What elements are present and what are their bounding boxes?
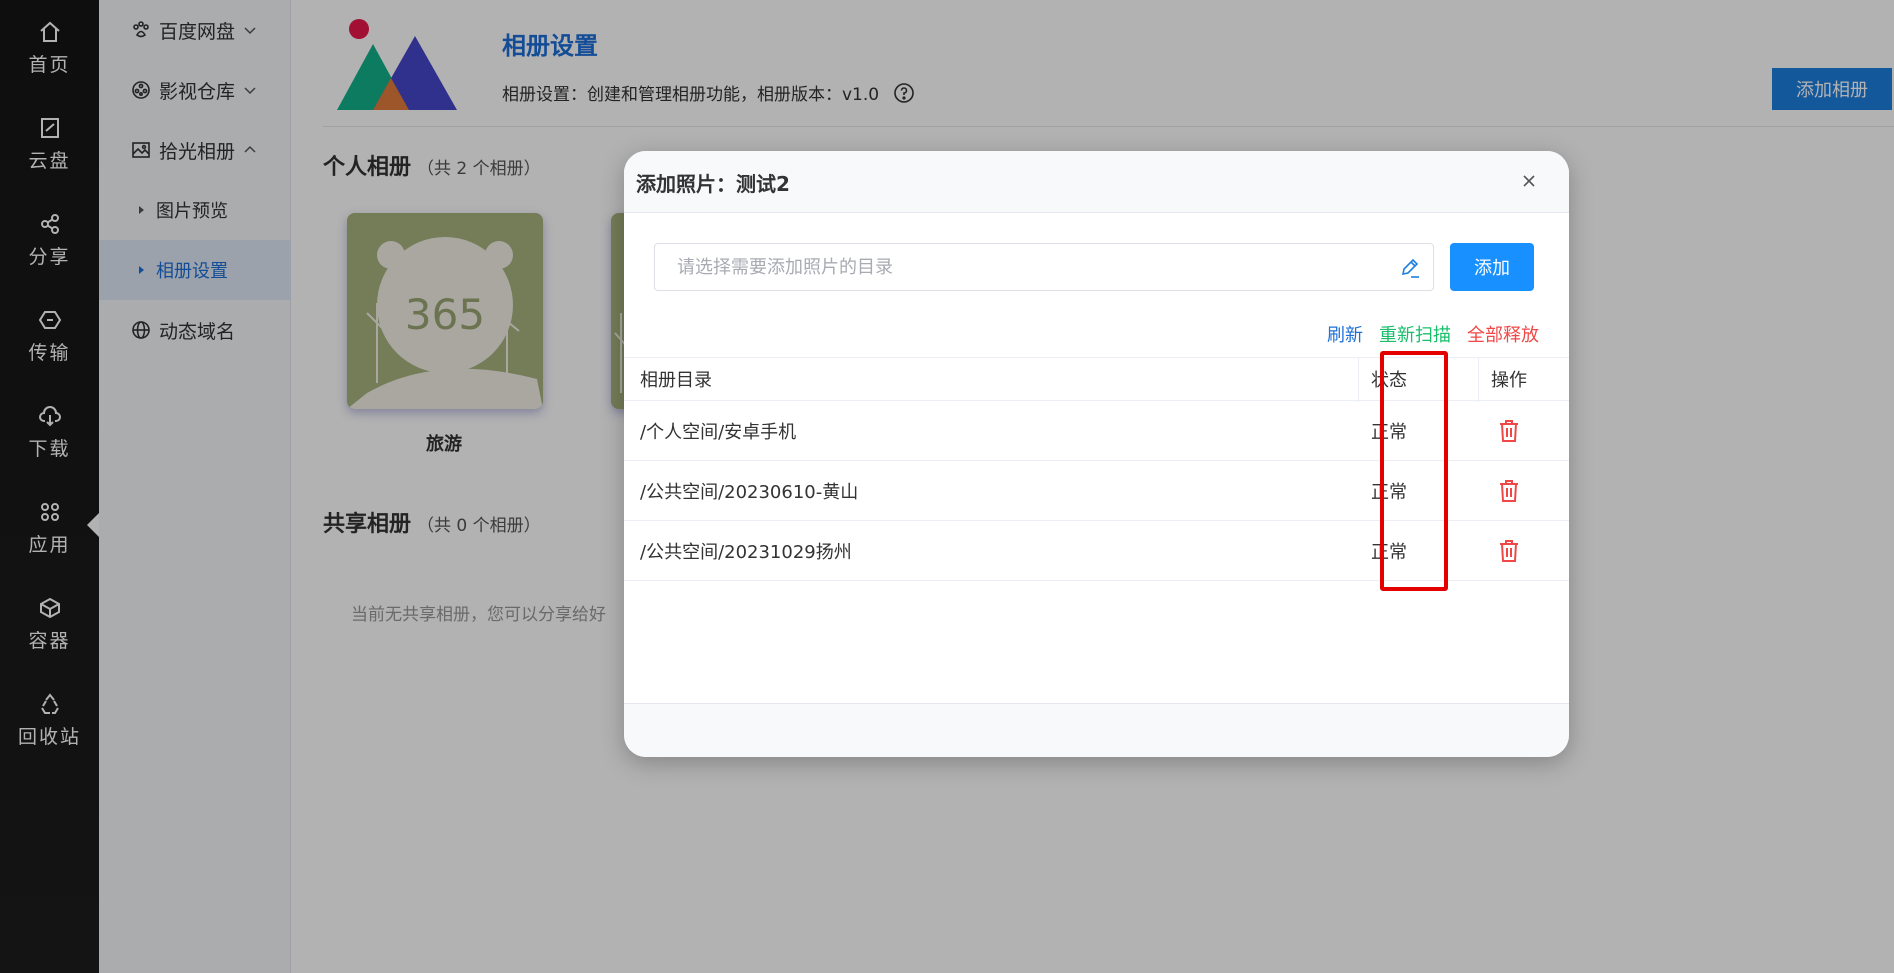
directory-table: 相册目录 状态 操作 /个人空间/安卓手机 正常 /公共空间/20230610-… xyxy=(624,357,1569,581)
column-header-op: 操作 xyxy=(1491,370,1527,391)
directory-input-wrapper xyxy=(654,243,1434,291)
trash-icon[interactable] xyxy=(1498,479,1520,503)
row-dir: /个人空间/安卓手机 xyxy=(640,421,797,443)
trash-icon[interactable] xyxy=(1498,419,1520,443)
dialog-header: 添加照片：测试2 xyxy=(624,151,1569,213)
directory-input[interactable] xyxy=(655,244,1385,290)
table-row: /个人空间/安卓手机 正常 xyxy=(624,401,1569,461)
release-all-link[interactable]: 全部释放 xyxy=(1467,321,1539,347)
row-status: 正常 xyxy=(1371,541,1407,563)
add-photos-dialog: 添加照片：测试2 添加 刷新 重新扫描 全部释放 相册目录 状态 操作 /个人空… xyxy=(624,151,1569,757)
refresh-link[interactable]: 刷新 xyxy=(1327,321,1363,347)
trash-icon[interactable] xyxy=(1498,539,1520,563)
row-op xyxy=(1479,521,1539,580)
row-dir: /公共空间/20230610-黄山 xyxy=(640,481,859,503)
column-header-dir: 相册目录 xyxy=(640,370,712,391)
edit-pen-icon[interactable] xyxy=(1397,255,1423,281)
table-header: 相册目录 状态 操作 xyxy=(624,357,1569,402)
table-row: /公共空间/20231029扬州 正常 xyxy=(624,521,1569,581)
rescan-link[interactable]: 重新扫描 xyxy=(1379,321,1451,347)
dialog-title: 添加照片：测试2 xyxy=(636,172,790,196)
row-status: 正常 xyxy=(1371,481,1407,503)
column-header-status: 状态 xyxy=(1371,370,1407,391)
row-status: 正常 xyxy=(1371,421,1407,443)
add-directory-button[interactable]: 添加 xyxy=(1450,243,1534,291)
row-dir: /公共空间/20231029扬州 xyxy=(640,541,852,563)
row-op xyxy=(1479,401,1539,460)
dialog-footer xyxy=(624,703,1569,757)
close-icon[interactable] xyxy=(1521,173,1537,189)
table-row: /公共空间/20230610-黄山 正常 xyxy=(624,461,1569,521)
row-op xyxy=(1479,461,1539,520)
dialog-actions: 刷新 重新扫描 全部释放 xyxy=(1327,321,1539,347)
